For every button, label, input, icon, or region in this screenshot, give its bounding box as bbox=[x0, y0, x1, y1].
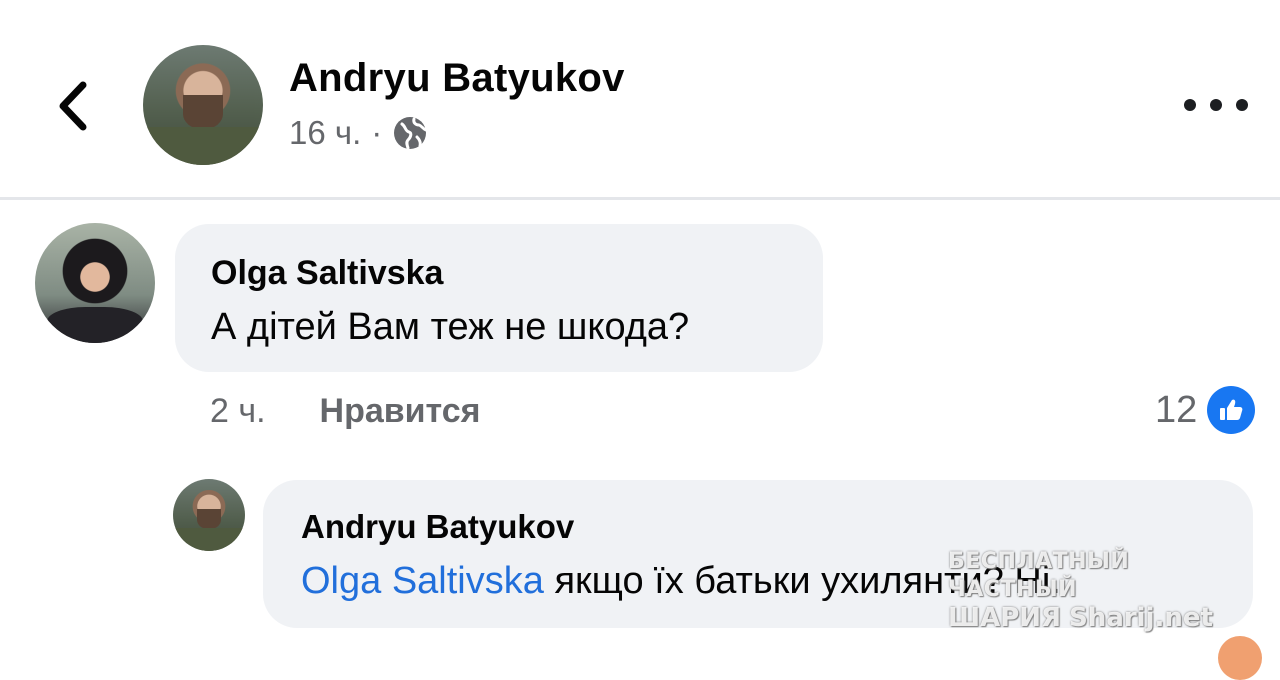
dot bbox=[1184, 99, 1196, 111]
more-options-button[interactable] bbox=[1184, 88, 1248, 122]
meta-separator: · bbox=[371, 114, 383, 151]
reply-text: Olga Saltivska якщо їх батьки ухилянти? … bbox=[301, 560, 1061, 603]
comment-time[interactable]: 2 ч. bbox=[210, 392, 266, 431]
comment-text: А дітей Вам теж не шкода? bbox=[211, 306, 690, 348]
globe-icon bbox=[394, 117, 428, 150]
partial-reaction-icon bbox=[1218, 636, 1262, 680]
author-avatar[interactable] bbox=[143, 45, 263, 165]
chevron-left-icon bbox=[59, 81, 87, 131]
post-time[interactable]: 16 ч. bbox=[289, 114, 361, 152]
watermark-brand: ШАРИЯ bbox=[948, 603, 1062, 633]
back-button[interactable] bbox=[48, 78, 98, 134]
reply-author-avatar[interactable] bbox=[173, 479, 245, 551]
watermark-line-1: БЕСПЛАТНЫЙ ЧАСТНЫЙ bbox=[948, 549, 1130, 602]
like-button[interactable]: Нравится bbox=[320, 392, 481, 431]
dot bbox=[1236, 99, 1248, 111]
post-header: Andryu Batyukov 16 ч. · bbox=[0, 0, 1280, 198]
reply-author-name[interactable]: Andryu Batyukov bbox=[301, 508, 574, 546]
comment-bubble: Olga Saltivska А дітей Вам теж не шкода? bbox=[175, 224, 823, 372]
commenter-avatar[interactable] bbox=[35, 223, 155, 343]
mention-link[interactable]: Olga Saltivska bbox=[301, 560, 544, 602]
commenter-name[interactable]: Olga Saltivska bbox=[211, 254, 443, 293]
thumbs-up-icon bbox=[1207, 386, 1256, 434]
watermark-line-2: ШАРИЯ Sharij.net bbox=[948, 604, 1248, 632]
post-meta: 16 ч. · bbox=[289, 114, 428, 152]
reaction-count: 12 bbox=[1155, 388, 1198, 431]
dot bbox=[1210, 99, 1222, 111]
watermark: БЕСПЛАТНЫЙ ЧАСТНЫЙ ШАРИЯ Sharij.net bbox=[948, 548, 1248, 632]
post-author-name[interactable]: Andryu Batyukov bbox=[289, 56, 625, 101]
watermark-site: Sharij.net bbox=[1069, 603, 1213, 633]
reaction-summary[interactable]: 12 bbox=[1155, 386, 1256, 434]
header-divider bbox=[0, 197, 1280, 200]
comment-actions: 2 ч. Нравится bbox=[210, 392, 481, 431]
